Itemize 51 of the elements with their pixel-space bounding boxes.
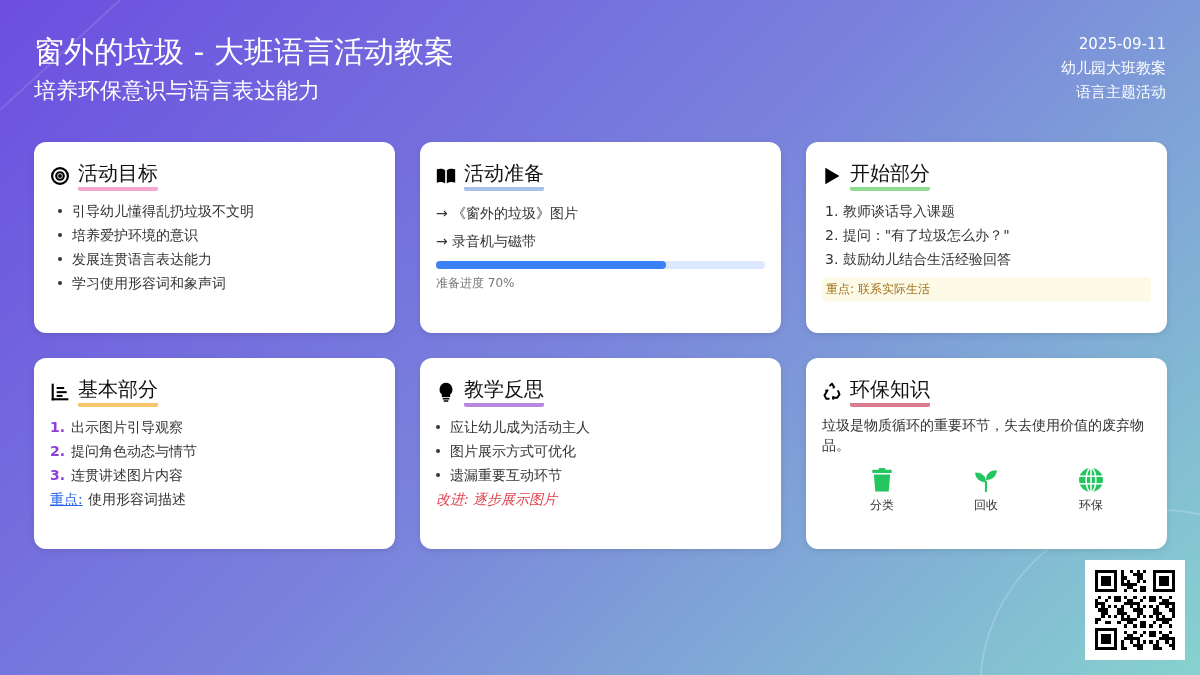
card-title: 开始部分 <box>850 160 930 191</box>
list-item: 连贯讲述图片内容 <box>71 466 184 485</box>
bullet-icon <box>436 473 440 477</box>
symbol-label: 分类 <box>870 497 895 514</box>
list-item: → 《窗外的垃圾》图片 <box>436 204 580 223</box>
list-item: 学习使用形容词和象声词 <box>72 274 226 293</box>
card-title: 环保知识 <box>850 376 930 407</box>
list-item: 出示图片引导观察 <box>71 418 184 437</box>
meta-text: 幼儿园大班教案 <box>1061 58 1166 79</box>
recycle-icon <box>822 381 842 402</box>
list-item: 2. 提问："有了垃圾怎么办？" <box>824 226 1011 245</box>
meta-text: 语言主题活动 <box>1075 82 1166 103</box>
list-item: 培养爱护环境的意识 <box>72 226 198 245</box>
page-title: 窗外的垃圾 - 大班语言活动教案 <box>34 33 454 71</box>
bullet-icon <box>436 425 440 429</box>
bullet-icon <box>436 449 440 453</box>
bullet-icon <box>58 233 62 237</box>
target-icon <box>50 165 70 186</box>
bullet-icon <box>58 209 62 213</box>
bullet-icon <box>58 281 62 285</box>
list-item: 提问角色动态与情节 <box>71 442 198 461</box>
list-item: → 录音机与磁带 <box>436 232 538 251</box>
play-icon <box>822 165 842 186</box>
symbol-label: 环保 <box>1078 497 1103 514</box>
step-number: 3. <box>50 466 66 485</box>
page-subtitle: 培养环保意识与语言表达能力 <box>34 77 321 105</box>
improvement-note: 改进: 逐步展示图片 <box>436 490 560 509</box>
card-title: 活动目标 <box>78 160 158 191</box>
list-item: 引导幼儿懂得乱扔垃圾不文明 <box>72 202 254 221</box>
card-title: 教学反思 <box>464 376 544 407</box>
card-title: 活动准备 <box>464 160 544 191</box>
list-item: 遗漏重要互动环节 <box>450 466 562 485</box>
list-item: 发展连贯语言表达能力 <box>72 250 212 269</box>
step-number: 2. <box>50 442 66 461</box>
bullet-icon <box>58 257 62 261</box>
meta-text: 2025-09-11 <box>1077 34 1166 55</box>
list-icon <box>50 381 70 402</box>
step-number: 1. <box>50 418 66 437</box>
list-item: 1. 教师谈话导入课题 <box>824 202 956 221</box>
progress-label: 准备进度 70% <box>436 275 516 292</box>
key-point-text: 使用形容词描述 <box>87 490 186 509</box>
list-item: 图片展示方式可优化 <box>450 442 576 461</box>
list-item: 3. 鼓励幼儿结合生活经验回答 <box>824 250 1012 269</box>
globe-icon <box>1077 467 1104 493</box>
key-point-link[interactable]: 重点: <box>50 487 83 511</box>
list-item: 应让幼儿成为活动主人 <box>450 418 590 437</box>
knowledge-text: 垃圾是物质循环的重要环节，失去使用价值的废弃物品。 <box>822 416 1145 455</box>
sprout-icon <box>973 467 1000 493</box>
card-title: 基本部分 <box>78 376 158 407</box>
symbol-label: 回收 <box>974 497 999 514</box>
key-point-note: 重点: 联系实际生活 <box>822 277 1151 302</box>
